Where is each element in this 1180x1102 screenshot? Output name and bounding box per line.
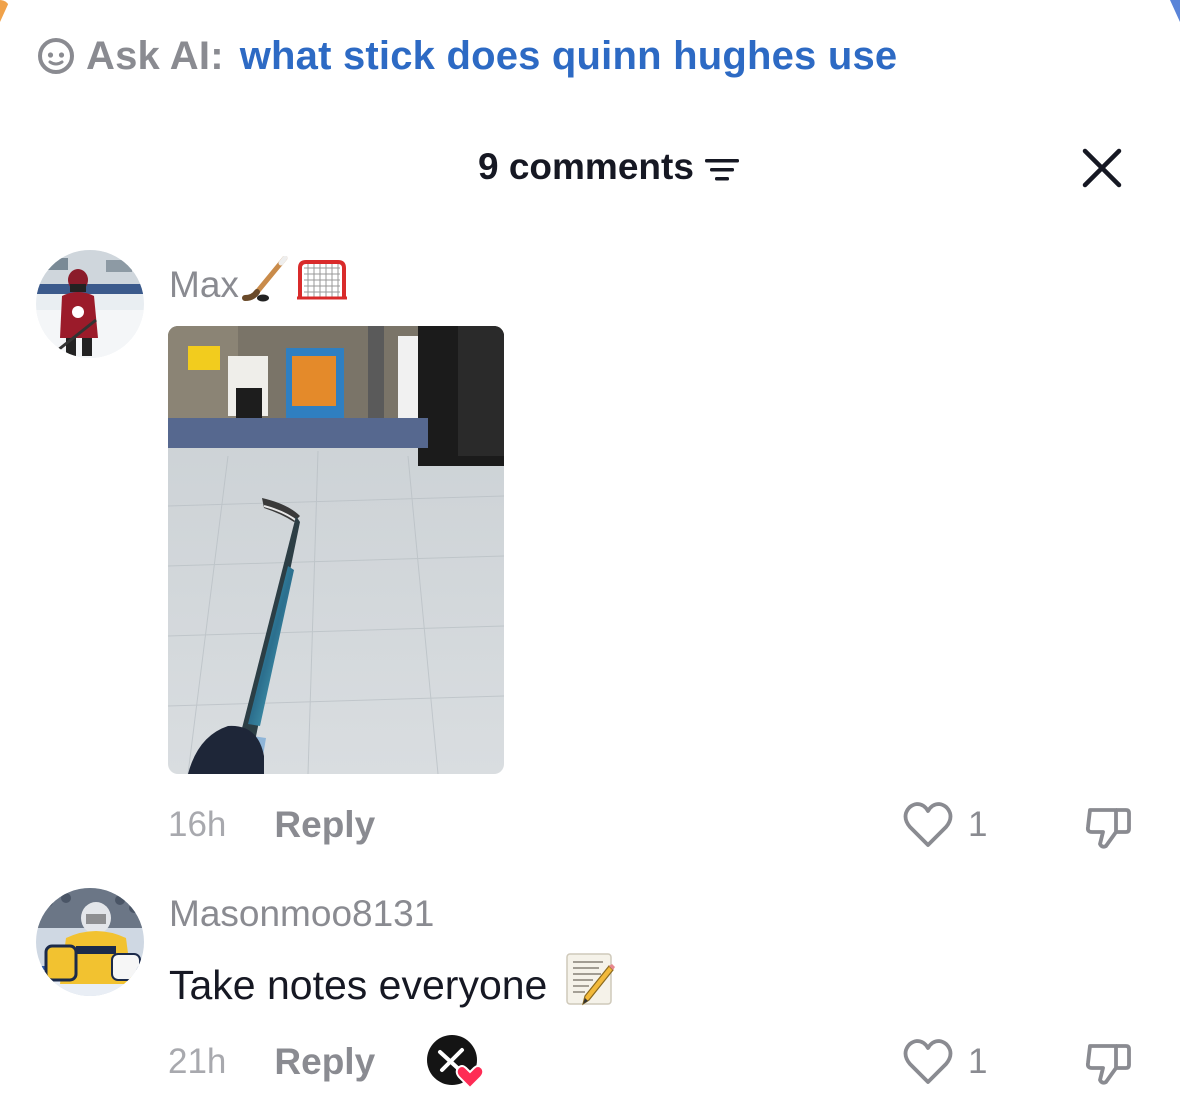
username-text: Masonmoo8131 (169, 893, 435, 934)
sort-lines-icon[interactable] (704, 152, 740, 182)
like-button[interactable]: 1 (902, 800, 987, 850)
hockey-stick-emoji (241, 255, 293, 313)
comment-username[interactable]: Masonmoo8131 (169, 893, 434, 935)
comment-time: 16h (168, 805, 227, 844)
heart-outline-icon (903, 1039, 953, 1084)
comment-photo[interactable] (168, 326, 504, 774)
background-edge (1170, 0, 1180, 22)
avatar[interactable] (36, 250, 144, 358)
dislike-button[interactable] (1082, 1038, 1134, 1090)
heart-outline-icon (903, 802, 953, 847)
comment-meta: 16h Reply (168, 804, 375, 846)
comments-header: 9 comments (0, 140, 1180, 200)
reply-button[interactable]: Reply (274, 804, 375, 846)
close-icon (1082, 148, 1122, 188)
comment-body: Take notes everyone (169, 961, 548, 1008)
creator-liked-icon (426, 1034, 485, 1090)
dislike-button[interactable] (1082, 802, 1134, 854)
comment-time: 21h (168, 1042, 227, 1081)
comments-count[interactable]: 9 comments (478, 146, 740, 188)
comments-sheet: Ask AI: what stick does quinn hughes use… (0, 0, 1180, 1102)
goal-net-emoji (295, 258, 349, 311)
comment-meta: 21h Reply (168, 1041, 375, 1083)
memo-pencil-emoji (565, 952, 617, 1018)
thumbs-down-icon (1085, 1044, 1131, 1085)
like-count: 1 (968, 805, 988, 844)
hockey-player-avatar (36, 250, 144, 358)
avatar[interactable] (36, 888, 144, 996)
like-button[interactable]: 1 (902, 1037, 987, 1087)
ask-ai-suggestion[interactable]: Ask AI: what stick does quinn hughes use (36, 30, 897, 82)
thumbs-down-icon (1085, 808, 1131, 849)
comment-username[interactable]: Max (169, 255, 349, 313)
comments-count-label: 9 comments (478, 146, 694, 187)
photo-hockey-stick-on-floor (168, 326, 504, 774)
username-text: Max (169, 263, 239, 305)
ai-face-icon (36, 36, 76, 76)
like-count: 1 (968, 1042, 988, 1081)
close-button[interactable] (1076, 142, 1128, 194)
reply-button[interactable]: Reply (274, 1041, 375, 1083)
goalie-avatar (36, 888, 144, 996)
ask-ai-label: Ask AI: (86, 33, 224, 78)
ask-ai-query[interactable]: what stick does quinn hughes use (240, 34, 898, 79)
comment-text: Take notes everyone (169, 952, 617, 1018)
background-edge (0, 0, 10, 22)
